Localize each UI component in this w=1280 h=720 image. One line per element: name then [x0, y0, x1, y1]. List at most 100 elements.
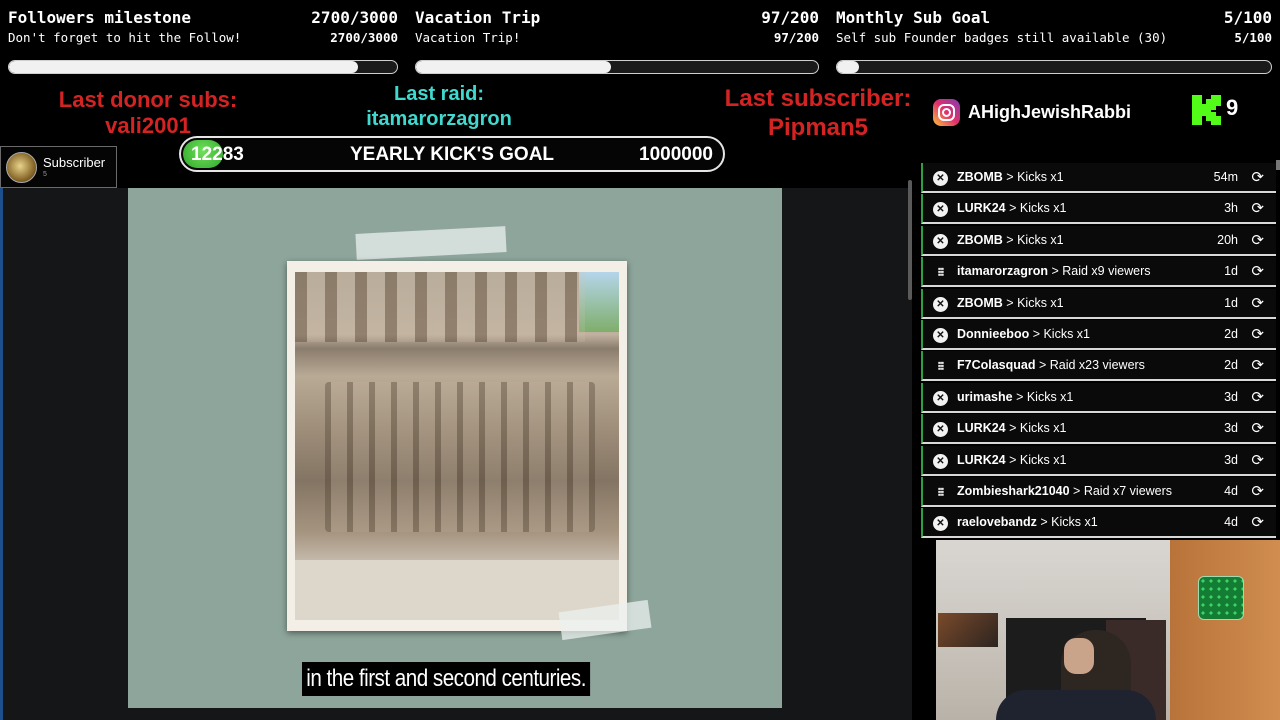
event-action: Raid x9 viewers	[1062, 264, 1151, 279]
video-caption: in the first and second centuries.	[302, 662, 591, 696]
event-action: Kicks x1	[1017, 170, 1064, 184]
streamer-body	[996, 690, 1156, 720]
replay-icon[interactable]: ⟳	[1251, 294, 1264, 312]
goal-title: Monthly Sub Goal	[836, 8, 991, 27]
avatar	[6, 152, 37, 183]
kick-icon: ✕	[933, 171, 948, 186]
last-raid-alert: Last raid: itamarorzagron	[338, 82, 540, 132]
event-action: Kicks x1	[1026, 389, 1074, 404]
event-user: ZBOMB	[957, 170, 1003, 184]
goal-monthly-sub: Monthly Sub Goal 5/100 Self sub Founder …	[836, 0, 1272, 82]
event-row: ✕ LURK24 > Kicks x1 3d ⟳	[921, 445, 1276, 476]
event-user: itamarorzagron	[957, 264, 1048, 279]
raid-icon: ⁝⁝⁝	[937, 359, 944, 374]
event-user: urimashe	[957, 389, 1013, 404]
instagram-icon	[933, 98, 960, 126]
last-raid-name: itamarorzagron	[366, 108, 512, 130]
video-scrollbar[interactable]	[908, 180, 912, 300]
replay-icon[interactable]: ⟳	[1251, 262, 1264, 280]
event-text: urimashe > Kicks x1	[957, 390, 1073, 404]
streamer-face	[1064, 638, 1094, 674]
event-action: Raid x23 viewers	[1049, 358, 1145, 373]
replay-icon[interactable]: ⟳	[1251, 168, 1264, 186]
event-user: raelovebandz	[957, 515, 1037, 530]
event-separator: >	[1002, 295, 1018, 310]
event-text: itamarorzagron > Raid x9 viewers	[957, 264, 1150, 278]
event-action: Kicks x1	[1017, 232, 1064, 247]
event-action: Raid x7 viewers	[1083, 484, 1173, 498]
replay-icon[interactable]: ⟳	[1251, 199, 1264, 217]
subscriber-chip-count: 5	[43, 171, 47, 178]
replay-icon[interactable]: ⟳	[1251, 513, 1264, 531]
event-row: ✕ urimashe > Kicks x1 3d ⟳	[921, 382, 1276, 413]
event-list-scrollbar[interactable]	[1276, 160, 1280, 170]
webcam-feed	[936, 540, 1280, 720]
kick-icon: ✕	[933, 453, 948, 469]
event-time: 1d	[1224, 295, 1238, 310]
goal-subcount: 2700/3000	[330, 30, 398, 45]
event-action: Kicks x1	[1019, 421, 1067, 436]
video-edge	[0, 188, 3, 720]
replay-icon[interactable]: ⟳	[1251, 451, 1264, 469]
replay-icon[interactable]: ⟳	[1251, 325, 1264, 343]
arch-photo	[287, 261, 627, 631]
yearly-goal-target: 1000000	[639, 144, 713, 165]
event-row: ✕ ZBOMB > Kicks x1 1d ⟳	[921, 288, 1276, 319]
instagram-handle-text: AHighJewishRabbi	[968, 101, 1132, 122]
event-user: F7Colasquad	[957, 358, 1036, 373]
goal-subcount: 97/200	[773, 30, 819, 45]
event-separator: >	[1069, 484, 1084, 498]
kick-logo-icon	[1192, 95, 1221, 125]
last-subscriber-alert: Last subscriber: Pipman5	[705, 84, 931, 142]
replay-icon[interactable]: ⟳	[1251, 356, 1264, 374]
event-text: LURK24 > Kicks x1	[957, 421, 1066, 435]
replay-icon[interactable]: ⟳	[1251, 419, 1264, 437]
kick-icon: ✕	[933, 328, 948, 343]
event-row: ✕ Donnieeboo > Kicks x1 2d ⟳	[921, 320, 1276, 350]
arch-of-titus-image	[295, 272, 619, 620]
event-time: 2d	[1224, 358, 1238, 373]
webcam-poster	[938, 613, 998, 647]
event-text: Donnieeboo > Kicks x1	[957, 327, 1090, 341]
event-text: LURK24 > Kicks x1	[957, 201, 1066, 215]
instagram-handle: AHighJewishRabbi	[933, 98, 1131, 126]
raid-icon: ⁝⁝⁝	[937, 485, 944, 499]
event-action: Kicks x1	[1051, 515, 1098, 530]
replay-icon[interactable]: ⟳	[1251, 482, 1264, 500]
last-subscriber-label: Last subscriber:	[724, 85, 912, 112]
replay-icon[interactable]: ⟳	[1251, 388, 1264, 406]
event-action: Kicks x1	[1019, 201, 1067, 216]
event-row: ✕ ZBOMB > Kicks x1 54m ⟳	[921, 163, 1276, 193]
event-separator: >	[1002, 170, 1018, 184]
event-row: ⁝⁝⁝ F7Colasquad > Raid x23 viewers 2d ⟳	[921, 351, 1276, 382]
event-separator: >	[1005, 421, 1020, 436]
event-row: ✕ LURK24 > Kicks x1 3d ⟳	[921, 414, 1276, 445]
arch-relief	[325, 382, 595, 532]
last-subscriber-name: Pipman5	[767, 114, 869, 141]
event-separator: >	[1029, 327, 1044, 341]
goal-progress-fill	[416, 61, 611, 73]
goal-subcount: 5/100	[1234, 30, 1272, 45]
event-separator: >	[1012, 389, 1027, 404]
event-time: 3d	[1224, 389, 1238, 404]
event-user: Donnieeboo	[957, 327, 1030, 341]
event-text: ZBOMB > Kicks x1	[957, 296, 1064, 310]
yearly-kicks-goal: 12283 YEARLY KICK'S GOAL 1000000	[179, 136, 725, 172]
event-user: LURK24	[957, 452, 1006, 467]
event-time: 3d	[1224, 452, 1238, 467]
kick-icon: ✕	[933, 202, 948, 218]
event-row: ✕ LURK24 > Kicks x1 3h ⟳	[921, 194, 1276, 225]
replay-icon[interactable]: ⟳	[1251, 231, 1264, 249]
event-row: ⁝⁝⁝ itamarorzagron > Raid x9 viewers 1d ⟳	[921, 257, 1276, 288]
kick-icon: ✕	[933, 296, 948, 312]
kick-icon: ✕	[933, 233, 948, 249]
stream-video: in the first and second centuries.	[0, 188, 912, 720]
event-text: ZBOMB > Kicks x1	[957, 233, 1064, 247]
goal-count: 97/200	[761, 8, 819, 27]
goal-title: Vacation Trip	[415, 8, 541, 27]
event-separator: >	[1002, 232, 1018, 247]
kick-follower-count: 9	[1226, 95, 1239, 120]
video-slide	[128, 188, 782, 708]
goal-progress-bar	[836, 60, 1272, 74]
event-row: ⁝⁝⁝ Zombieshark21040 > Raid x7 viewers 4d ⟳	[921, 477, 1276, 507]
